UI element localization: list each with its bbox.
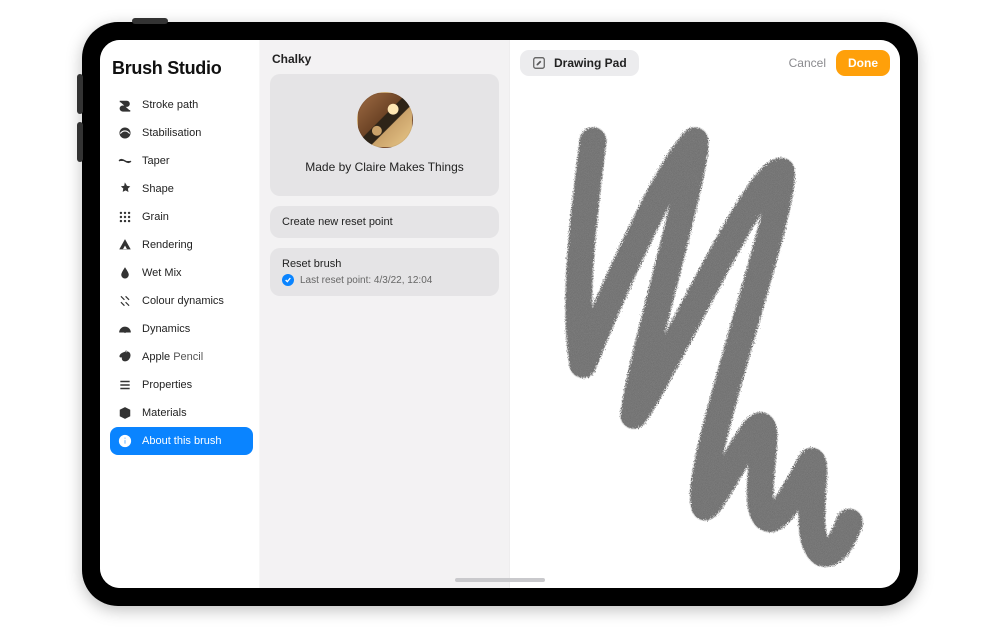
sidebar-item-grain[interactable]: Grain xyxy=(110,203,253,231)
stabilisation-icon xyxy=(118,126,132,140)
stroke-path-icon xyxy=(118,98,132,112)
screen: Brush Studio Stroke path Stabilisation T… xyxy=(100,40,900,588)
sidebar-item-label: Taper xyxy=(142,155,170,167)
check-icon xyxy=(282,274,294,286)
properties-icon xyxy=(118,378,132,392)
reset-brush-button[interactable]: Reset brush Last reset point: 4/3/22, 12… xyxy=(270,248,499,296)
volume-down-button xyxy=(77,122,83,162)
sidebar-item-label: Dynamics xyxy=(142,323,190,335)
sidebar-item-label: Colour dynamics xyxy=(142,295,224,307)
sidebar-item-label: Materials xyxy=(142,407,187,419)
brush-stroke-preview xyxy=(520,100,890,568)
taper-icon xyxy=(118,154,132,168)
app-title: Brush Studio xyxy=(112,58,253,79)
reset-subtitle: Last reset point: 4/3/22, 12:04 xyxy=(282,274,487,286)
sidebar-item-stabilisation[interactable]: Stabilisation xyxy=(110,119,253,147)
sidebar-item-apple-pencil[interactable]: Apple Pencil xyxy=(110,343,253,371)
info-icon xyxy=(118,434,132,448)
sidebar: Brush Studio Stroke path Stabilisation T… xyxy=(100,40,260,588)
sidebar-item-rendering[interactable]: Rendering xyxy=(110,231,253,259)
materials-icon xyxy=(118,406,132,420)
sidebar-item-label: Apple Pencil xyxy=(142,351,203,363)
sidebar-item-label: Grain xyxy=(142,211,169,223)
drawing-canvas[interactable]: Drawing Pad Cancel Done xyxy=(510,40,900,588)
drawing-pad-toggle[interactable]: Drawing Pad xyxy=(520,50,639,76)
done-button[interactable]: Done xyxy=(836,50,890,76)
sidebar-item-properties[interactable]: Properties xyxy=(110,371,253,399)
sidebar-item-materials[interactable]: Materials xyxy=(110,399,253,427)
button-label: Create new reset point xyxy=(282,216,393,228)
grain-icon xyxy=(118,210,132,224)
sidebar-item-shape[interactable]: Shape xyxy=(110,175,253,203)
sidebar-item-label: Stroke path xyxy=(142,99,198,111)
home-indicator xyxy=(455,578,545,582)
brush-name-title: Chalky xyxy=(270,50,499,74)
sidebar-item-label: About this brush xyxy=(142,435,222,447)
cancel-button[interactable]: Cancel xyxy=(789,56,826,70)
sidebar-item-taper[interactable]: Taper xyxy=(110,147,253,175)
dynamics-icon xyxy=(118,322,132,336)
volume-up-button xyxy=(77,74,83,114)
power-button xyxy=(132,18,168,24)
author-avatar xyxy=(357,92,413,148)
apple-pencil-icon xyxy=(118,350,132,364)
canvas-toolbar: Drawing Pad Cancel Done xyxy=(520,50,890,76)
sidebar-item-label: Wet Mix xyxy=(142,267,182,279)
create-reset-point-button[interactable]: Create new reset point xyxy=(270,206,499,238)
shape-icon xyxy=(118,182,132,196)
colour-dynamics-icon xyxy=(118,294,132,308)
ipad-frame: Brush Studio Stroke path Stabilisation T… xyxy=(82,22,918,606)
sidebar-item-about[interactable]: About this brush xyxy=(110,427,253,455)
sidebar-item-dynamics[interactable]: Dynamics xyxy=(110,315,253,343)
toolbar-actions: Cancel Done xyxy=(789,50,890,76)
drawing-pad-label: Drawing Pad xyxy=(554,56,627,70)
settings-panel: Chalky Made by Claire Makes Things Creat… xyxy=(260,40,510,588)
sidebar-item-label: Stabilisation xyxy=(142,127,201,139)
made-by-text: Made by Claire Makes Things xyxy=(305,160,464,174)
wet-mix-icon xyxy=(118,266,132,280)
sidebar-item-wet-mix[interactable]: Wet Mix xyxy=(110,259,253,287)
sidebar-item-colour-dynamics[interactable]: Colour dynamics xyxy=(110,287,253,315)
sidebar-item-label: Shape xyxy=(142,183,174,195)
author-card: Made by Claire Makes Things xyxy=(270,74,499,196)
sidebar-item-label: Rendering xyxy=(142,239,193,251)
sidebar-item-stroke-path[interactable]: Stroke path xyxy=(110,91,253,119)
rendering-icon xyxy=(118,238,132,252)
button-label: Reset brush xyxy=(282,258,341,270)
sidebar-item-label: Properties xyxy=(142,379,192,391)
